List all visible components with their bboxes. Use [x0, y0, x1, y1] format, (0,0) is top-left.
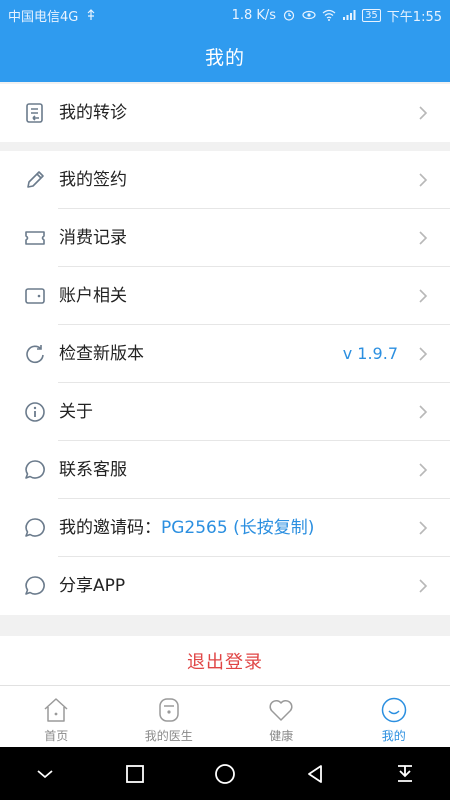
menu-item-share-app[interactable]: 分享APP	[0, 557, 450, 615]
info-icon	[25, 402, 45, 422]
menu-item-label: 我的邀请码：PG2565 (长按复制)	[59, 499, 314, 557]
menu-item-check-update[interactable]: 检查新版本 v 1.9.7	[0, 325, 450, 383]
tab-health[interactable]: 健康	[225, 686, 338, 747]
version-value: v 1.9.7	[342, 344, 398, 363]
notification-pull-icon[interactable]	[393, 762, 417, 786]
menu-item-label: 账户相关	[59, 286, 127, 306]
heart-icon	[269, 699, 293, 721]
smiley-icon	[381, 697, 406, 723]
pencil-icon	[27, 171, 44, 188]
signal-icon	[343, 10, 356, 20]
menu-item-account[interactable]: 账户相关	[0, 267, 450, 325]
menu-item-about[interactable]: 关于	[0, 383, 450, 441]
chevron-right-icon	[419, 347, 428, 361]
menu-item-label: 分享APP	[59, 576, 126, 596]
menu-item-spending-record[interactable]: 消费记录	[0, 209, 450, 267]
menu-item-label: 联系客服	[59, 460, 127, 480]
menu-item-my-referral[interactable]: 我的转诊	[0, 84, 450, 142]
invite-code-prefix: 我的邀请码：	[59, 518, 161, 538]
header-bar: 我的	[0, 30, 450, 82]
bottom-tab-bar: 首页 我的医生 健康 我的	[0, 685, 450, 747]
chevron-right-icon	[419, 463, 428, 477]
page-title: 我的	[204, 46, 245, 69]
carrier-label: 中国电信4G	[8, 9, 79, 25]
chevron-right-icon	[419, 521, 428, 535]
tab-label: 我的	[381, 729, 406, 743]
chat-bubble-icon	[25, 518, 45, 537]
tab-my-doctor[interactable]: 我的医生	[113, 686, 226, 747]
menu-group-referral: 我的转诊	[0, 84, 450, 142]
network-speed: 1.8 K/s	[231, 7, 277, 23]
usb-icon	[87, 9, 95, 20]
wifi-icon	[322, 9, 336, 21]
status-bar: 中国电信4G 1.8 K/s 35 下午1:55	[0, 0, 450, 30]
recent-apps-icon[interactable]	[123, 762, 147, 786]
chevron-right-icon	[419, 289, 428, 303]
menu-item-label: 检查新版本	[59, 344, 144, 364]
menu-group-main: 我的签约 消费记录 账户相关 检查新版本 v 1.9.7 关于 联系客服 我的邀…	[0, 151, 450, 615]
chevron-right-icon	[419, 579, 428, 593]
menu-item-label: 我的签约	[59, 170, 127, 190]
chevron-right-icon	[419, 173, 428, 187]
menu-item-my-contract[interactable]: 我的签约	[0, 151, 450, 209]
logout-button[interactable]: 退出登录	[0, 636, 450, 685]
doctor-badge-icon	[159, 698, 179, 722]
eye-icon	[302, 10, 316, 20]
tab-label: 健康	[269, 729, 294, 743]
wallet-icon	[25, 288, 45, 304]
tab-mine[interactable]: 我的	[338, 686, 450, 747]
invite-code-value[interactable]: PG2565 (长按复制)	[161, 518, 314, 538]
system-nav-bar	[0, 747, 450, 800]
chevron-right-icon	[419, 231, 428, 245]
tab-label: 首页	[44, 729, 69, 743]
logout-label: 退出登录	[187, 651, 263, 673]
battery-indicator: 35	[362, 8, 381, 22]
house-icon	[44, 698, 68, 722]
alarm-icon	[283, 10, 295, 21]
document-icon	[26, 103, 43, 123]
menu-item-invite-code[interactable]: 我的邀请码：PG2565 (长按复制)	[0, 499, 450, 557]
chevron-right-icon	[419, 106, 428, 120]
menu-item-label: 消费记录	[59, 228, 127, 248]
menu-item-label: 关于	[59, 402, 93, 422]
menu-item-contact-service[interactable]: 联系客服	[0, 441, 450, 499]
chevron-down-icon[interactable]	[33, 762, 57, 786]
home-circle-icon[interactable]	[213, 762, 237, 786]
back-triangle-icon[interactable]	[303, 762, 327, 786]
tab-label: 我的医生	[144, 729, 193, 743]
chat-bubble-icon	[25, 576, 45, 595]
clock: 下午1:55	[386, 9, 442, 25]
refresh-icon	[26, 345, 44, 364]
menu-item-label: 我的转诊	[59, 103, 127, 123]
chat-bubble-icon	[25, 460, 45, 479]
ticket-icon	[25, 231, 45, 245]
tab-home[interactable]: 首页	[0, 686, 113, 747]
chevron-right-icon	[419, 405, 428, 419]
